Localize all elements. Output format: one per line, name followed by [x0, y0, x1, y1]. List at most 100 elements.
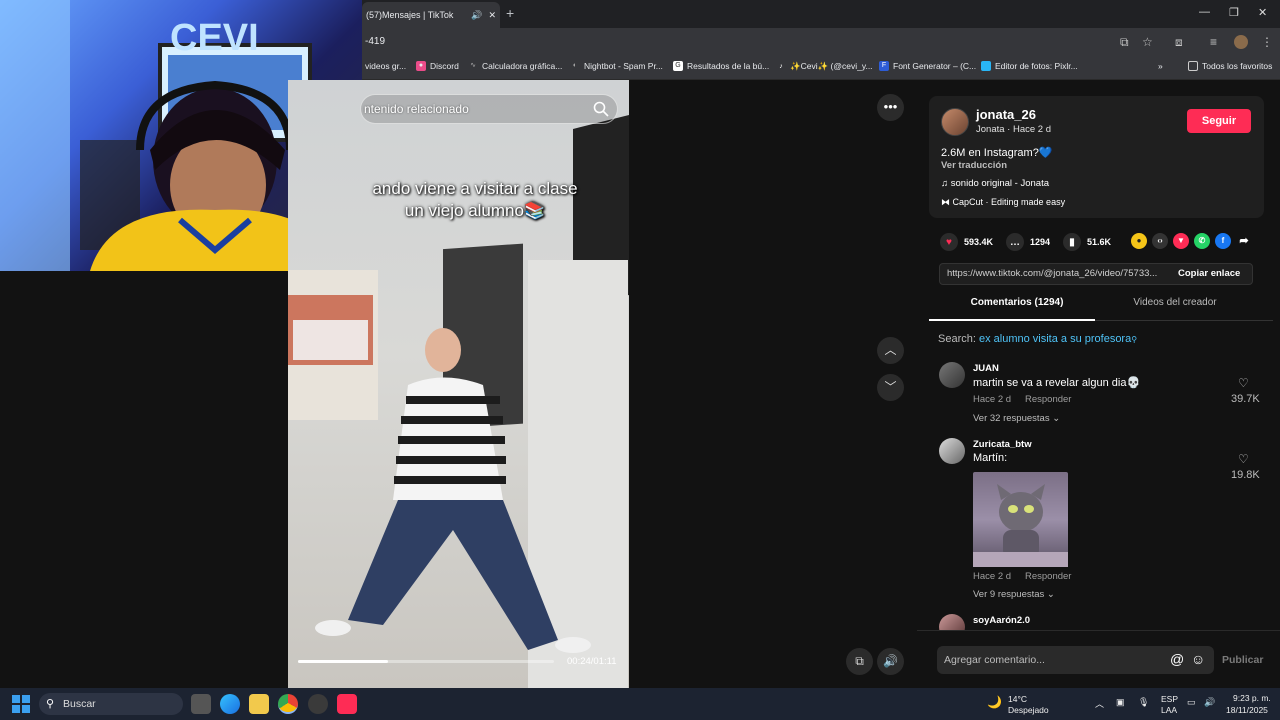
file-explorer-icon[interactable]: [249, 694, 269, 714]
bookmark-item[interactable]: ♪ ✨Cevi✨ (@cevi_y...: [776, 61, 872, 72]
bookmark-item[interactable]: ◐ Nightbot - Spam Pr...: [570, 61, 663, 71]
embed-icon[interactable]: ‹›: [1152, 233, 1168, 249]
video-description: 2.6M en Instagram?💙: [941, 147, 1053, 159]
comment-like-icon[interactable]: ♡: [1238, 376, 1249, 390]
next-video-button[interactable]: ﹀: [877, 374, 904, 401]
search-suggestion[interactable]: Search: ex alumno visita a su profesora⚲: [938, 333, 1137, 345]
tray-overflow-icon[interactable]: ︿: [1095, 697, 1104, 710]
close-window-button[interactable]: ✕: [1258, 6, 1267, 19]
emoji-icon[interactable]: ☺: [1191, 651, 1205, 667]
task-view-icon[interactable]: [191, 694, 211, 714]
menu-icon[interactable]: ⋮: [1261, 35, 1273, 49]
comment-time: Hace 2 d: [973, 571, 1012, 582]
media-control-icon[interactable]: ≡: [1210, 35, 1217, 49]
volume-button[interactable]: 🔊: [877, 648, 904, 675]
comment-stat[interactable]: … 1294: [1006, 233, 1050, 251]
coin-share-icon[interactable]: ●: [1131, 233, 1147, 249]
creator-subtitle: Jonata · Hace 2 d: [976, 124, 1051, 135]
network-icon[interactable]: ▭: [1187, 697, 1196, 708]
translate-link[interactable]: Ver traducción: [941, 160, 1007, 171]
bookmark-item[interactable]: G Resultados de la bú...: [673, 61, 769, 71]
bookmark-item[interactable]: Editor de fotos: Pixlr...: [981, 61, 1078, 71]
whatsapp-icon[interactable]: ✆: [1194, 233, 1210, 249]
comment-username[interactable]: soyAarón2.0: [973, 615, 1030, 626]
new-tab-button[interactable]: +: [506, 5, 514, 21]
comment-like-icon[interactable]: ♡: [1238, 452, 1249, 466]
taskbar-search[interactable]: [39, 693, 183, 715]
tiktok-app-icon[interactable]: [337, 694, 357, 714]
creator-username[interactable]: jonata_26: [976, 107, 1036, 122]
publish-button[interactable]: Publicar: [1222, 654, 1263, 666]
more-options-button[interactable]: •••: [877, 94, 904, 121]
tray-app-icon[interactable]: ▣: [1116, 697, 1125, 708]
copy-link-button[interactable]: Copiar enlace: [1178, 268, 1240, 279]
player-backdrop: [629, 80, 917, 688]
minimize-button[interactable]: —: [1199, 6, 1210, 18]
video-player[interactable]: [288, 80, 629, 688]
comment-text: martin se va a revelar algun dia💀: [973, 377, 1141, 389]
edge-icon[interactable]: [220, 694, 240, 714]
language-1[interactable]: ESP: [1161, 694, 1178, 704]
chevron-down-icon: ⌄: [1049, 413, 1061, 424]
avatar[interactable]: [939, 362, 965, 388]
share-arrow-icon[interactable]: ➦: [1236, 233, 1252, 249]
speaker-icon[interactable]: 🔊: [471, 10, 482, 21]
cast-icon[interactable]: ⧉: [1120, 35, 1129, 50]
nightbot-icon: ◐: [572, 62, 578, 69]
comment-username[interactable]: Zuricata_btw: [973, 439, 1032, 450]
profile-avatar[interactable]: [1234, 35, 1248, 49]
bookmark-item[interactable]: F Font Generator – (C...: [879, 61, 976, 71]
comment-username[interactable]: JUAN: [973, 363, 999, 374]
font-icon: F: [879, 61, 889, 71]
view-replies-button[interactable]: Ver 32 respuestas ⌄: [973, 413, 1060, 424]
reply-button[interactable]: Responder: [1025, 394, 1071, 405]
creator-avatar[interactable]: [941, 108, 969, 136]
video-link[interactable]: https://www.tiktok.com/@jonata_26/video/…: [947, 268, 1169, 279]
search-icon: ⚲: [46, 698, 55, 710]
star-icon[interactable]: ☆: [1142, 35, 1153, 49]
mention-icon[interactable]: @: [1170, 651, 1184, 667]
bookmarks-overflow-button[interactable]: »: [1158, 61, 1163, 71]
browser-tab[interactable]: (57)Mensajes | TikTok 🔊 ✕: [362, 2, 500, 28]
like-stat[interactable]: ♥ 593.4K: [940, 233, 993, 251]
weather-temp[interactable]: 14°C: [1008, 694, 1027, 704]
bookmark-item[interactable]: ● Discord: [416, 61, 459, 71]
facebook-icon[interactable]: f: [1215, 233, 1231, 249]
restore-button[interactable]: ❐: [1229, 6, 1239, 19]
search-icon[interactable]: [592, 100, 610, 118]
comment-text: Martín:: [973, 452, 1008, 464]
avatar[interactable]: [939, 438, 965, 464]
view-replies-button[interactable]: Ver 9 respuestas ⌄: [973, 589, 1055, 600]
capcut-link[interactable]: ⧓ CapCut · Editing made easy: [941, 197, 1065, 208]
speaker-tray-icon[interactable]: 🔊: [1204, 697, 1215, 708]
search-icon: ⚲: [1131, 335, 1138, 344]
previous-video-button[interactable]: ︿: [877, 337, 904, 364]
weather-desc[interactable]: Despejado: [1008, 705, 1049, 715]
microphone-icon[interactable]: 🎙: [1138, 697, 1149, 708]
tab-creator-videos[interactable]: Videos del creador: [1105, 297, 1245, 308]
search-result-icon: G: [673, 61, 683, 71]
chrome-icon[interactable]: [278, 694, 298, 714]
tab-comments[interactable]: Comentarios (1294): [929, 297, 1105, 308]
extensions-icon[interactable]: ⧈: [1175, 35, 1183, 50]
bookmark-item[interactable]: videos gr...: [365, 61, 406, 71]
reply-button[interactable]: Responder: [1025, 571, 1071, 582]
related-search-placeholder: ntenido relacionado: [364, 102, 469, 116]
comment-like-count: 19.8K: [1231, 469, 1260, 481]
clock-date[interactable]: 18/11/2025: [1226, 705, 1268, 715]
active-tab-indicator: [929, 319, 1095, 321]
all-bookmarks[interactable]: Todos los favoritos: [1188, 61, 1272, 71]
comment-sticker-image[interactable]: [973, 472, 1068, 567]
tab-close-icon[interactable]: ✕: [488, 10, 496, 21]
windows-start-icon[interactable]: [12, 695, 30, 713]
language-2[interactable]: LAA: [1161, 705, 1177, 715]
obs-icon[interactable]: [308, 694, 328, 714]
bookmark-item[interactable]: ∿ Calculadora gráfica...: [468, 61, 562, 71]
follow-button[interactable]: Seguir: [1187, 109, 1251, 133]
miniplayer-button[interactable]: ⧉: [846, 648, 873, 675]
music-link[interactable]: ♫ sonido original - Jonata: [941, 178, 1049, 189]
clock-time[interactable]: 9:23 p. m.: [1233, 693, 1271, 703]
send-icon[interactable]: ▼: [1173, 233, 1189, 249]
save-stat[interactable]: ▮ 51.6K: [1063, 233, 1111, 251]
address-bar-url[interactable]: -419: [365, 36, 385, 47]
